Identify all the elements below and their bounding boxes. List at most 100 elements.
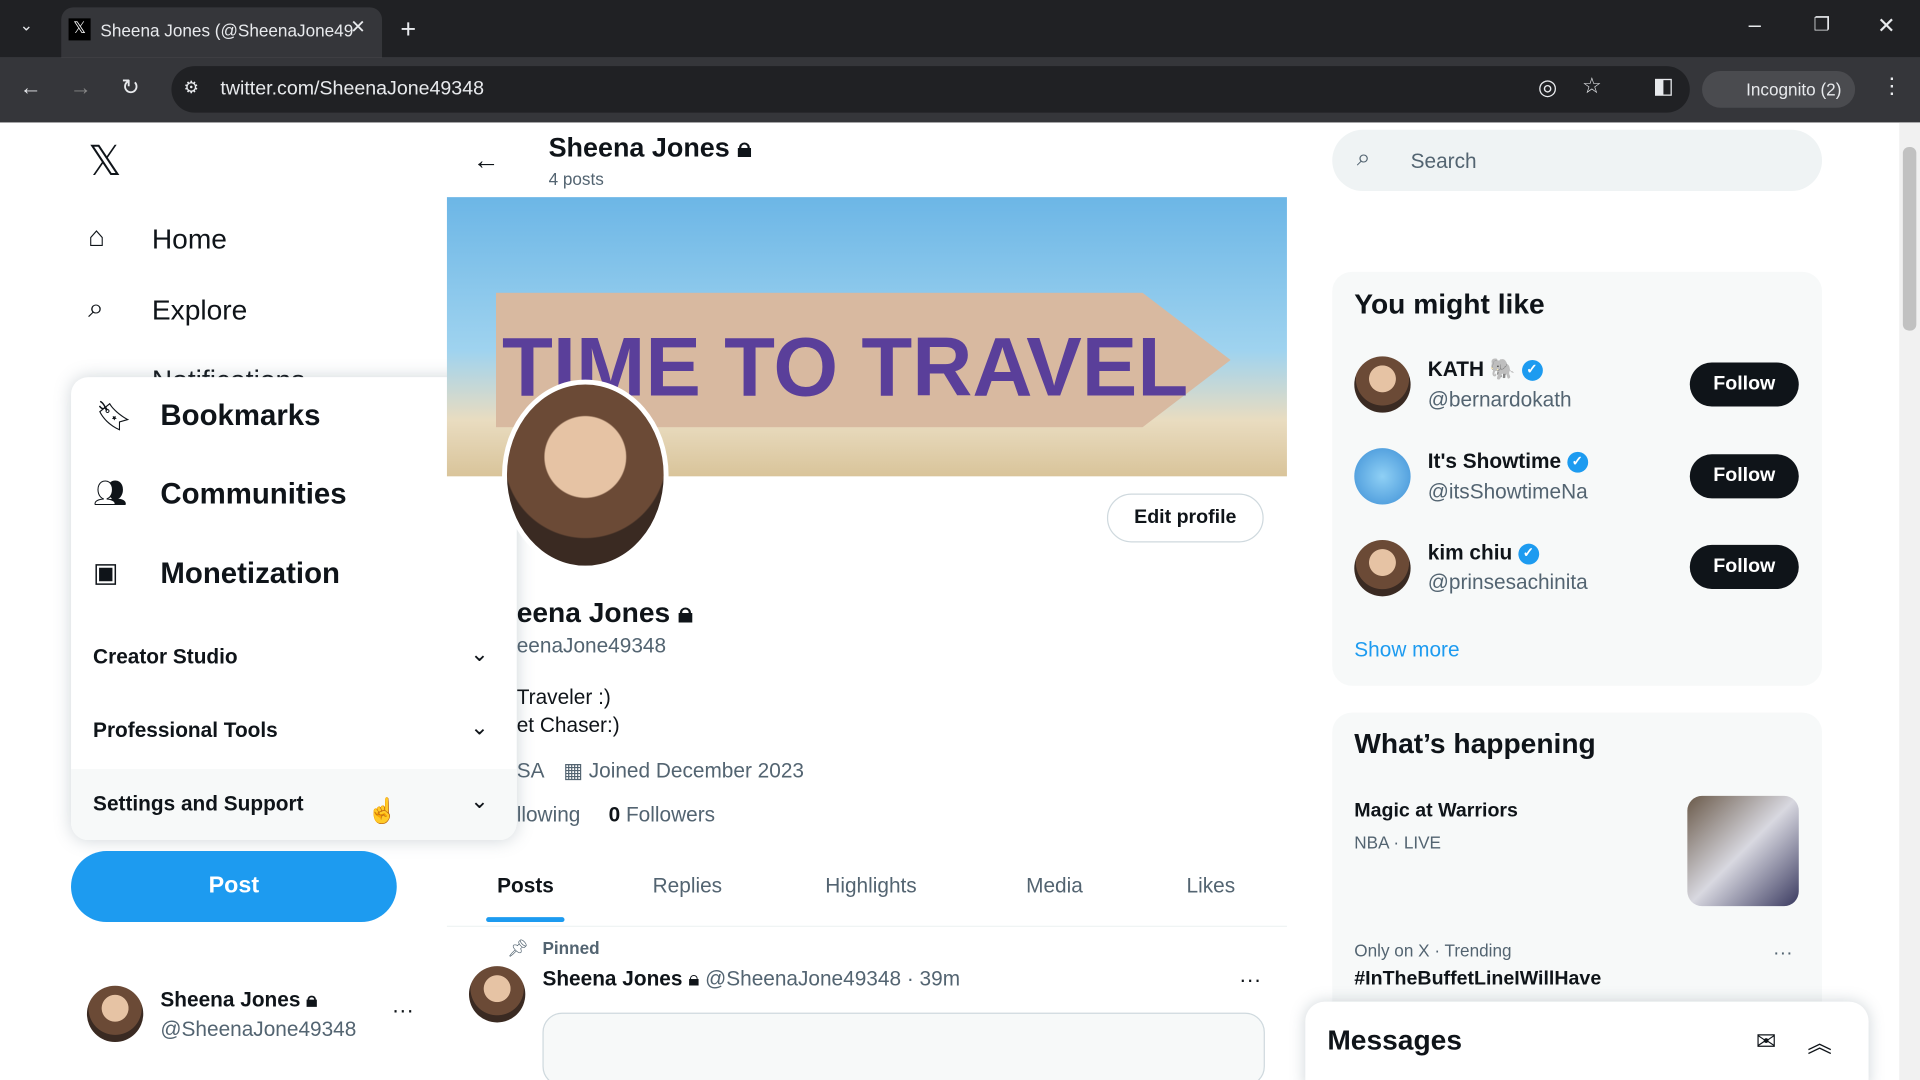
site-settings-icon[interactable]: ⚙ [184, 77, 199, 98]
browser-menu-icon[interactable]: ⋮ [1881, 73, 1903, 99]
user-handle: @prinsesachinita [1427, 570, 1588, 594]
minimize-icon[interactable]: – [1749, 12, 1761, 38]
pin-icon: 📌︎ [506, 937, 529, 958]
chevron-down-icon[interactable]: ⌄ [470, 642, 488, 668]
tab-posts[interactable]: Posts [497, 874, 554, 898]
scrollbar[interactable] [1899, 122, 1920, 1080]
joined-date: ▦ Joined December 2023 [563, 759, 804, 783]
user-avatar[interactable] [1354, 356, 1411, 413]
whats-happening-title: What’s happening [1354, 727, 1596, 760]
menu-bookmarks[interactable]: Bookmarks [160, 399, 320, 433]
chevron-up-icon[interactable]: ︽ [1807, 1024, 1831, 1060]
address-bar[interactable]: ⚙ twitter.com/SheenaJone49348 [171, 66, 1690, 113]
menu-communities[interactable]: Communities [160, 478, 346, 512]
monetization-icon: ▣ [93, 557, 119, 588]
star-icon[interactable]: ☆ [1582, 73, 1602, 99]
location: SA [516, 759, 545, 783]
edit-profile-button[interactable]: Edit profile [1106, 493, 1264, 543]
bio-line-1: Traveler :) [516, 685, 611, 709]
follow-button[interactable]: Follow [1689, 362, 1799, 407]
verified-icon: ✓ [1521, 360, 1543, 381]
nav-explore[interactable]: Explore [152, 294, 247, 327]
user-handle: @bernardokath [1427, 388, 1572, 412]
user-name[interactable]: It's Showtime ✓ [1428, 449, 1588, 473]
chevron-down-icon[interactable]: ⌄ [470, 715, 488, 741]
tab-replies[interactable]: Replies [653, 874, 722, 898]
search-icon: ⌕ [1356, 144, 1371, 172]
trend-more-icon[interactable]: ··· [1773, 943, 1793, 965]
post-header: Sheena Jones 🔒︎ @SheenaJone49348 · 39m [542, 967, 961, 991]
user-avatar[interactable] [1354, 540, 1411, 597]
menu-settings-support[interactable]: Settings and Support [93, 792, 303, 816]
messages-title: Messages [1327, 1023, 1463, 1056]
x-logo[interactable]: 𝕏 [88, 137, 122, 186]
user-name[interactable]: kim chiu ✓ [1428, 541, 1539, 565]
bio-line-2: et Chaser:) [516, 713, 620, 738]
show-more-link[interactable]: Show more [1354, 638, 1459, 662]
post-media[interactable] [542, 1012, 1265, 1080]
following-link[interactable]: llowing [517, 803, 581, 827]
nav-home[interactable]: Home [152, 223, 227, 256]
tab-list-icon[interactable]: ⌄ [20, 16, 33, 36]
you-might-like-title: You might like [1354, 287, 1545, 320]
verified-icon: ✓ [1518, 543, 1539, 565]
user-avatar[interactable] [1354, 448, 1411, 505]
home-icon: ⌂ [88, 220, 106, 253]
restore-icon[interactable]: ❐ [1813, 13, 1829, 36]
close-window-icon[interactable]: ✕ [1877, 13, 1895, 39]
close-tab-icon[interactable]: ✕ [350, 16, 365, 38]
menu-creator-studio[interactable]: Creator Studio [93, 645, 238, 669]
new-tab-icon[interactable]: + [400, 13, 416, 45]
user-name[interactable]: KATH 🐘 ✓ [1428, 358, 1543, 382]
follow-button[interactable]: Follow [1689, 454, 1799, 499]
chevron-down-icon[interactable]: ⌄ [470, 789, 488, 815]
browser-tab[interactable]: 𝕏 Sheena Jones (@SheenaJone49 [61, 7, 383, 58]
communities-icon: 👥︎ [93, 477, 128, 509]
trend-meta: NBA · LIVE [1354, 832, 1441, 853]
url-text: twitter.com/SheenaJone49348 [220, 78, 484, 100]
profile-avatar[interactable] [502, 379, 669, 571]
trend-image[interactable] [1687, 795, 1799, 907]
profile-header-name: Sheena Jones 🔒︎ [548, 132, 752, 163]
tab-likes[interactable]: Likes [1187, 874, 1236, 898]
bookmark-icon: 🔖︎ [95, 400, 133, 434]
search-icon: ⌕ [88, 291, 104, 324]
more-icon[interactable]: ··· [392, 998, 414, 1024]
tab-media[interactable]: Media [1026, 874, 1083, 898]
eye-off-icon[interactable]: ◎ [1538, 75, 1557, 101]
post-more-icon[interactable]: ··· [1239, 967, 1261, 993]
account-avatar[interactable] [86, 985, 144, 1043]
cursor-icon: ☝ [367, 798, 398, 826]
scrollbar-thumb[interactable] [1902, 146, 1917, 331]
trend-title[interactable]: Magic at Warriors [1354, 801, 1518, 823]
trend-meta: Only on X · Trending [1354, 940, 1512, 961]
user-handle: @itsShowtimeNa [1427, 480, 1588, 504]
back-arrow-icon[interactable]: ← [473, 144, 500, 176]
follow-button[interactable]: Follow [1689, 544, 1799, 589]
x-favicon-icon: 𝕏 [68, 18, 91, 41]
menu-monetization[interactable]: Monetization [160, 557, 340, 591]
tab-title: Sheena Jones (@SheenaJone49 [100, 20, 354, 41]
calendar-icon: ▦ [563, 759, 583, 783]
profile-handle: eenaJone49348 [516, 634, 667, 658]
sidebar-icon[interactable]: ◧ [1653, 73, 1674, 99]
reload-icon[interactable]: ↻ [121, 75, 139, 101]
new-message-icon[interactable]: ✉ [1756, 1026, 1777, 1057]
tab-highlights[interactable]: Highlights [825, 874, 916, 898]
verified-icon: ✓ [1566, 451, 1588, 473]
account-handle: @SheenaJone49348 [160, 1017, 357, 1041]
post-avatar[interactable] [468, 966, 526, 1023]
search-placeholder: Search [1410, 149, 1477, 173]
post-button[interactable]: Post [71, 851, 397, 923]
incognito-button[interactable]: Incognito (2) [1702, 71, 1856, 108]
search-input[interactable]: ⌕ Search [1332, 129, 1823, 192]
followers-link[interactable]: 0 Followers [609, 803, 715, 827]
trend-title[interactable]: #InTheBuffetLineIWillHave [1354, 969, 1601, 991]
account-name: Sheena Jones 🔒︎ [160, 988, 318, 1012]
menu-professional-tools[interactable]: Professional Tools [93, 719, 278, 743]
profile-name: eena Jones 🔒︎ [516, 596, 693, 629]
back-icon[interactable]: ← [20, 75, 42, 101]
incognito-label: Incognito (2) [1746, 79, 1842, 100]
forward-icon[interactable]: → [70, 75, 92, 101]
active-tab-indicator [486, 917, 565, 923]
